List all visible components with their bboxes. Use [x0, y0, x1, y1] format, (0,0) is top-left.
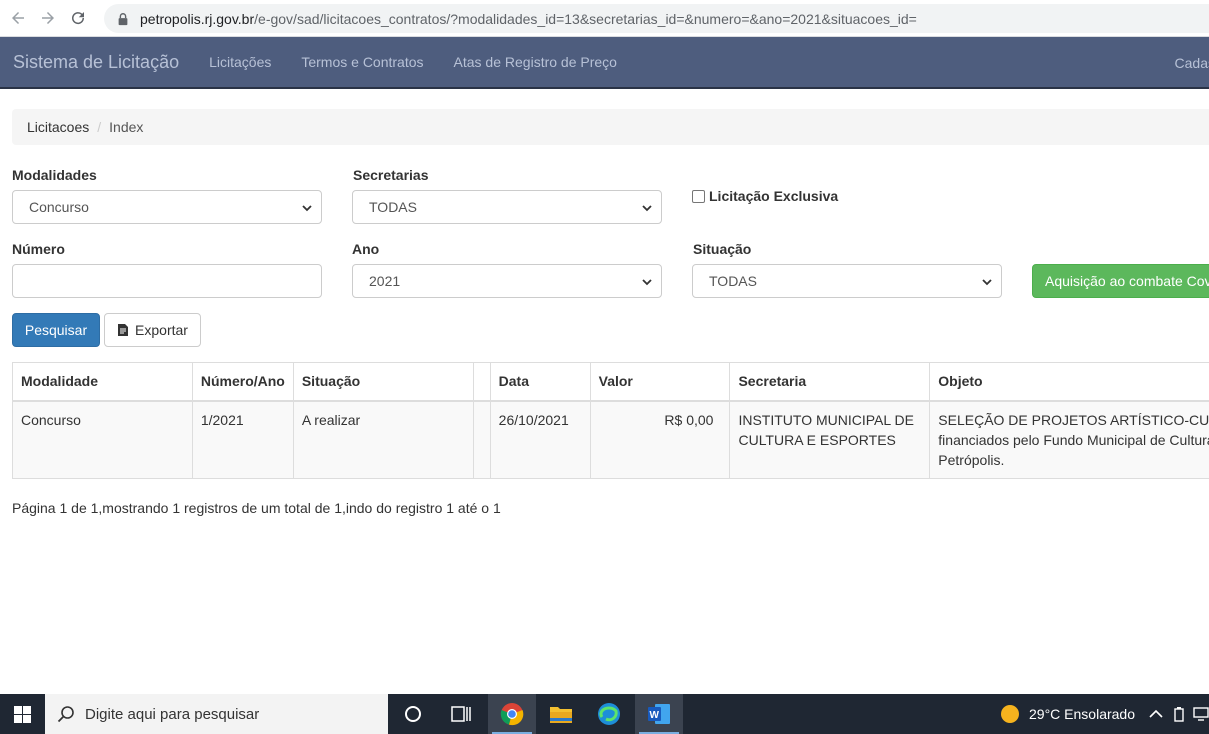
address-bar[interactable]: petropolis.rj.gov.br/e-gov/sad/licitacoe…: [104, 4, 1209, 33]
nav-link-termos-contratos[interactable]: Termos e Contratos: [301, 54, 423, 70]
browser-toolbar: petropolis.rj.gov.br/e-gov/sad/licitacoe…: [0, 0, 1209, 37]
cell-data: 26/10/2021: [489, 400, 591, 479]
secretarias-value: TODAS: [369, 199, 417, 215]
chrome-icon[interactable]: [488, 694, 536, 734]
breadcrumb-separator: /: [97, 119, 102, 135]
licitacao-exclusiva-option: Licitação Exclusiva: [692, 188, 838, 204]
numero-label: Número: [12, 241, 65, 257]
secretarias-label: Secretarias: [353, 167, 429, 183]
search-button[interactable]: Pesquisar: [12, 313, 100, 347]
sun-weather-icon[interactable]: [1001, 705, 1019, 723]
lock-icon: [118, 12, 128, 25]
export-button[interactable]: Exportar: [104, 313, 201, 347]
nav-link-licitacoes[interactable]: Licitações: [209, 54, 271, 70]
pagination-summary: Página 1 de 1,mostrando 1 registros de u…: [12, 500, 501, 516]
situacao-value: TODAS: [709, 273, 757, 289]
app-brand[interactable]: Sistema de Licitação: [13, 52, 179, 73]
word-icon[interactable]: W: [635, 694, 683, 734]
export-file-icon: [118, 324, 129, 336]
column-header-situacao[interactable]: Situação: [292, 362, 474, 402]
nav-link-cadastro[interactable]: Cadas: [1175, 55, 1209, 71]
edge-icon[interactable]: [585, 694, 633, 734]
breadcrumb-item-index: Index: [109, 119, 144, 135]
task-view-icon[interactable]: [437, 694, 485, 734]
column-header-secretaria[interactable]: Secretaria: [729, 362, 931, 402]
windows-start-icon[interactable]: [0, 694, 44, 734]
column-header-numero-ano[interactable]: Número/Ano: [191, 362, 294, 402]
modalidades-label: Modalidades: [12, 167, 97, 183]
url-text: petropolis.rj.gov.br/e-gov/sad/licitacoe…: [140, 10, 917, 27]
svg-text:W: W: [650, 710, 660, 721]
chevron-down-icon: [642, 279, 652, 286]
battery-icon[interactable]: [1173, 706, 1185, 722]
cell-blank: [472, 400, 491, 479]
system-tray: 29°C Ensolarado: [1001, 694, 1209, 734]
licitacao-exclusiva-checkbox[interactable]: [692, 189, 705, 203]
ano-select[interactable]: 2021: [352, 264, 662, 298]
column-header-objeto[interactable]: Objeto: [929, 362, 1209, 402]
chevron-down-icon: [982, 279, 992, 286]
table-header-row: Modalidade Número/Ano Situação Data Valo…: [12, 362, 1209, 402]
column-header-modalidade[interactable]: Modalidade: [12, 362, 193, 402]
export-button-label: Exportar: [135, 322, 188, 338]
cell-numero-ano: 1/2021: [191, 400, 294, 479]
back-icon[interactable]: [6, 6, 30, 30]
search-icon: [57, 706, 74, 723]
windows-taskbar: Digite aqui para pesquisar W 29°C Ensola…: [0, 694, 1209, 734]
cell-valor: R$ 0,00: [589, 400, 731, 479]
taskbar-search-box[interactable]: Digite aqui para pesquisar: [45, 694, 388, 734]
licitacao-exclusiva-label[interactable]: Licitação Exclusiva: [709, 188, 838, 204]
situacao-select[interactable]: TODAS: [692, 264, 1002, 298]
app-navbar: Sistema de Licitação Licitações Termos e…: [0, 37, 1209, 89]
cell-situacao: A realizar: [292, 400, 474, 479]
modalidades-value: Concurso: [29, 199, 89, 215]
column-header-valor[interactable]: Valor: [589, 362, 731, 402]
results-table: Modalidade Número/Ano Situação Data Valo…: [12, 362, 1209, 479]
reload-icon[interactable]: [66, 6, 90, 30]
table-row[interactable]: Concurso 1/2021 A realizar 26/10/2021 R$…: [12, 400, 1209, 479]
breadcrumb: Licitacoes / Index: [12, 109, 1209, 145]
numero-input[interactable]: [12, 264, 322, 298]
cell-objeto: SELEÇÃO DE PROJETOS ARTÍSTICO-CU financi…: [929, 400, 1209, 479]
cell-secretaria: INSTITUTO MUNICIPAL DE CULTURA E ESPORTE…: [729, 400, 931, 479]
column-header-data[interactable]: Data: [489, 362, 591, 402]
network-icon[interactable]: [1193, 707, 1209, 721]
covid-acquisition-button[interactable]: Aquisição ao combate Cov: [1032, 264, 1209, 298]
ano-value: 2021: [369, 273, 401, 289]
taskbar-search-placeholder: Digite aqui para pesquisar: [85, 705, 260, 723]
cortana-icon[interactable]: [389, 694, 437, 734]
column-header-blank: [472, 362, 491, 402]
weather-text[interactable]: 29°C Ensolarado: [1029, 706, 1135, 722]
nav-link-atas-registro[interactable]: Atas de Registro de Preço: [454, 54, 617, 70]
chevron-down-icon: [302, 205, 312, 212]
forward-icon[interactable]: [36, 6, 60, 30]
situacao-label: Situação: [693, 241, 752, 257]
chevron-down-icon: [642, 205, 652, 212]
chevron-up-icon[interactable]: [1149, 709, 1163, 719]
breadcrumb-item-licitacoes[interactable]: Licitacoes: [27, 119, 89, 135]
secretarias-select[interactable]: TODAS: [352, 190, 662, 224]
cell-modalidade: Concurso: [12, 400, 193, 479]
ano-label: Ano: [352, 241, 380, 257]
modalidades-select[interactable]: Concurso: [12, 190, 322, 224]
file-explorer-icon[interactable]: [537, 694, 585, 734]
